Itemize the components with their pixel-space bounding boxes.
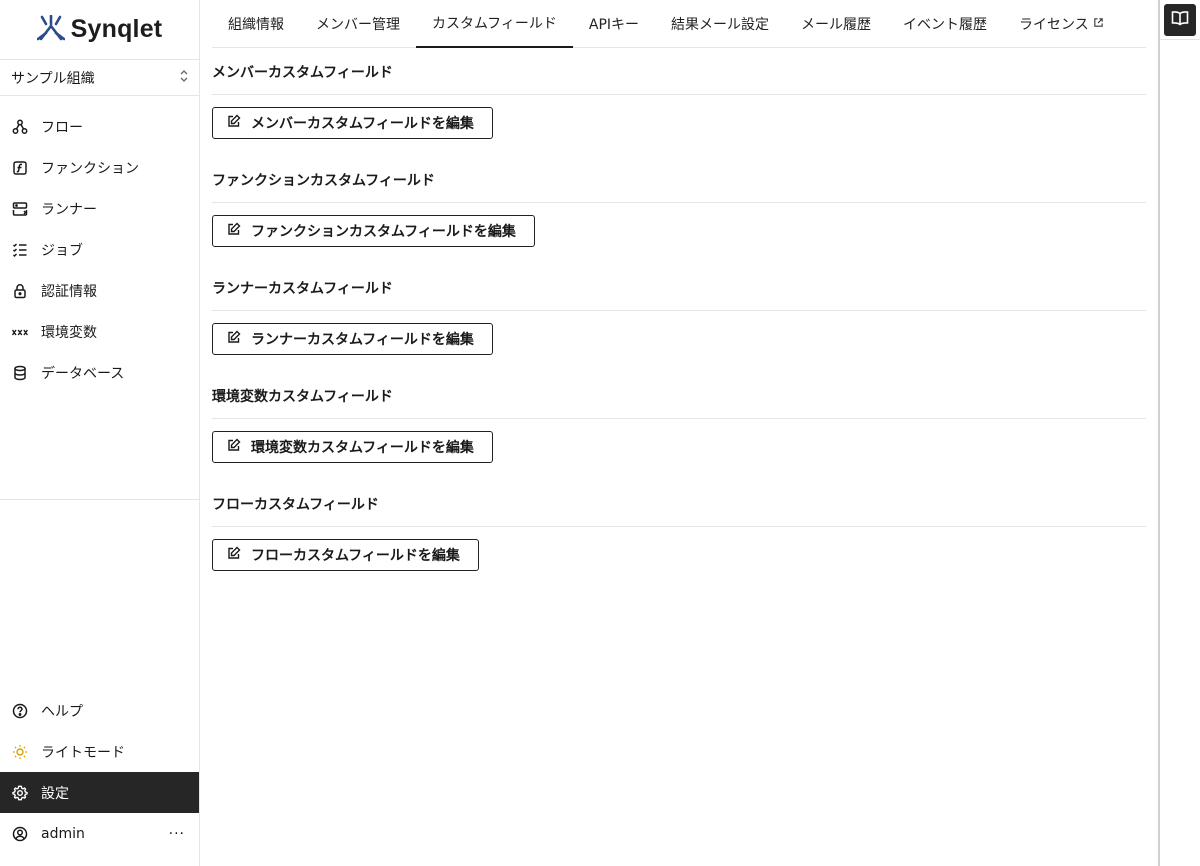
nav-item-label: ジョブ	[41, 242, 83, 259]
tab-license[interactable]: ライセンス	[1003, 0, 1120, 48]
edit-icon	[227, 438, 241, 456]
nav-item-label: ランナー	[41, 201, 97, 218]
tab-label: メール履歴	[801, 17, 872, 33]
edit-runner-fields-button[interactable]: ランナーカスタムフィールドを編集	[212, 323, 493, 355]
nav-item-label: フロー	[41, 119, 83, 136]
nav-item-label: 認証情報	[41, 283, 97, 300]
theme-toggle[interactable]: ライトモード	[0, 731, 199, 772]
settings-tabs: 組織情報 メンバー管理 カスタムフィールド APIキー 結果メール設定 メール履…	[212, 0, 1146, 48]
main-content: 組織情報 メンバー管理 カスタムフィールド APIキー 結果メール設定 メール履…	[212, 0, 1146, 588]
tab-label: 組織情報	[228, 17, 284, 33]
nav-item-settings[interactable]: 設定	[0, 772, 199, 813]
help-icon	[12, 703, 28, 719]
more-options-button[interactable]: ···	[169, 826, 185, 842]
nav-item-credentials[interactable]: 認証情報	[0, 270, 199, 311]
brand-logo[interactable]: Synqlet	[0, 0, 199, 60]
database-icon	[12, 365, 28, 381]
org-selector-value: サンプル組織	[11, 70, 95, 87]
lock-icon	[12, 283, 28, 299]
tab-members[interactable]: メンバー管理	[300, 0, 416, 48]
nav-item-label: データベース	[41, 365, 125, 382]
flow-icon	[12, 119, 28, 135]
nav-item-label: 環境変数	[41, 324, 97, 341]
user-circle-icon	[12, 826, 28, 842]
edit-member-fields-button[interactable]: メンバーカスタムフィールドを編集	[212, 107, 493, 139]
tab-label: ライセンス	[1019, 17, 1089, 33]
main-nav: フロー ファンクション ランナー ジョブ 認証情報 環境変数 データベース	[0, 96, 199, 500]
edit-icon	[227, 114, 241, 132]
button-label: 環境変数カスタムフィールドを編集	[251, 440, 474, 456]
settings-label: 設定	[41, 785, 69, 802]
theme-label: ライトモード	[41, 744, 125, 761]
tab-label: イベント履歴	[903, 17, 988, 33]
section-title: 環境変数カスタムフィールド	[212, 386, 1146, 419]
docs-button[interactable]	[1164, 3, 1196, 36]
section-runner-fields: ランナーカスタムフィールド ランナーカスタムフィールドを編集	[212, 264, 1146, 372]
tab-label: 結果メール設定	[671, 17, 770, 33]
variable-icon	[12, 324, 28, 340]
button-label: フローカスタムフィールドを編集	[251, 548, 460, 564]
section-flow-fields: フローカスタムフィールド フローカスタムフィールドを編集	[212, 480, 1146, 588]
nav-item-job[interactable]: ジョブ	[0, 229, 199, 270]
edit-flow-fields-button[interactable]: フローカスタムフィールドを編集	[212, 539, 479, 571]
edit-function-fields-button[interactable]: ファンクションカスタムフィールドを編集	[212, 215, 535, 247]
section-env-var-fields: 環境変数カスタムフィールド 環境変数カスタムフィールドを編集	[212, 372, 1146, 480]
brand-name: Synqlet	[70, 15, 163, 43]
edit-env-var-fields-button[interactable]: 環境変数カスタムフィールドを編集	[212, 431, 493, 463]
tab-mail-history[interactable]: メール履歴	[785, 0, 887, 48]
nav-item-flow[interactable]: フロー	[0, 106, 199, 147]
sidebar: Synqlet サンプル組織 フロー ファンクション ランナー ジョブ 認証情報…	[0, 0, 200, 866]
server-icon	[12, 201, 28, 217]
chevron-updown-icon	[179, 69, 189, 87]
nav-item-help[interactable]: ヘルプ	[0, 690, 199, 731]
nav-item-function[interactable]: ファンクション	[0, 147, 199, 188]
right-rail	[1158, 0, 1200, 866]
edit-icon	[227, 222, 241, 240]
nav-item-env-vars[interactable]: 環境変数	[0, 311, 199, 352]
function-icon	[12, 160, 28, 176]
bottom-nav: ヘルプ ライトモード 設定 admin ···	[0, 690, 199, 854]
tab-api-keys[interactable]: APIキー	[573, 0, 655, 48]
tab-label: APIキー	[588, 17, 640, 33]
edit-icon	[227, 546, 241, 564]
tab-event-history[interactable]: イベント履歴	[887, 0, 1003, 48]
book-icon	[1171, 10, 1189, 30]
user-name: admin	[41, 825, 85, 842]
tab-result-mail[interactable]: 結果メール設定	[655, 0, 785, 48]
gear-icon	[12, 784, 28, 801]
external-link-icon	[1093, 16, 1104, 32]
tab-label: カスタムフィールド	[432, 16, 557, 32]
nav-item-label: ファンクション	[41, 160, 139, 177]
tab-org-info[interactable]: 組織情報	[212, 0, 300, 48]
section-member-fields: メンバーカスタムフィールド メンバーカスタムフィールドを編集	[212, 48, 1146, 156]
edit-icon	[227, 330, 241, 348]
logo-mark-icon	[36, 14, 65, 45]
help-label: ヘルプ	[41, 703, 83, 720]
tab-label: メンバー管理	[316, 17, 400, 33]
sun-icon	[12, 744, 28, 760]
button-label: メンバーカスタムフィールドを編集	[251, 116, 474, 132]
org-selector[interactable]: サンプル組織	[0, 60, 199, 96]
rail-header	[1160, 0, 1200, 40]
button-label: ランナーカスタムフィールドを編集	[251, 332, 474, 348]
nav-item-database[interactable]: データベース	[0, 352, 199, 393]
section-function-fields: ファンクションカスタムフィールド ファンクションカスタムフィールドを編集	[212, 156, 1146, 264]
user-menu[interactable]: admin ···	[0, 813, 199, 854]
list-check-icon	[12, 242, 28, 258]
tab-custom-fields[interactable]: カスタムフィールド	[416, 0, 573, 48]
section-title: ランナーカスタムフィールド	[212, 278, 1146, 311]
section-title: ファンクションカスタムフィールド	[212, 170, 1146, 203]
nav-item-runner[interactable]: ランナー	[0, 188, 199, 229]
button-label: ファンクションカスタムフィールドを編集	[251, 224, 516, 240]
section-title: メンバーカスタムフィールド	[212, 62, 1146, 95]
section-title: フローカスタムフィールド	[212, 494, 1146, 527]
